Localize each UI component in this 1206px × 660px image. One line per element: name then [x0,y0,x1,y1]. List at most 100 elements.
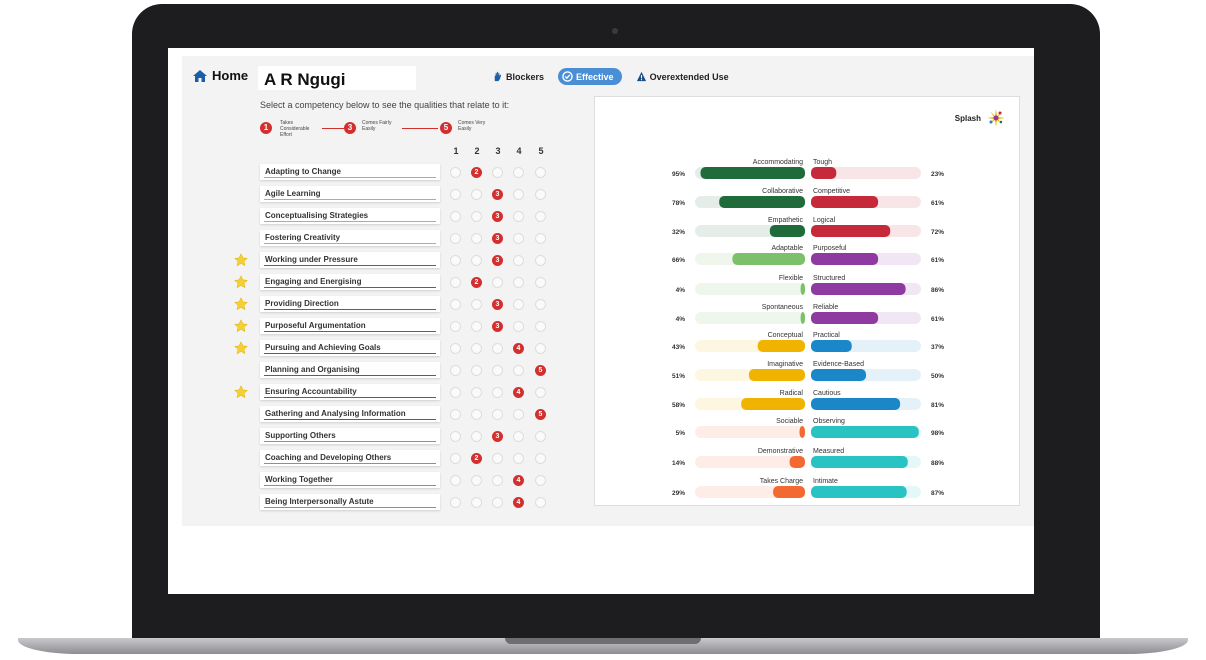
competency-row[interactable]: Fostering Creativity [260,230,440,246]
rating-option[interactable] [450,365,461,376]
competency-row[interactable]: Pursuing and Achieving Goals [260,340,440,356]
rating-option[interactable] [535,299,546,310]
rating-option[interactable] [450,211,461,222]
rating-option[interactable] [471,189,482,200]
rating-option[interactable] [513,255,524,266]
rating-option[interactable] [535,233,546,244]
rating-option[interactable] [513,321,524,332]
competency-row[interactable]: Ensuring Accountability [260,384,440,400]
competency-row[interactable]: Providing Direction [260,296,440,312]
rating-option[interactable] [513,365,524,376]
rating-option[interactable] [535,453,546,464]
rating-option[interactable] [450,431,461,442]
rating-option[interactable] [471,255,482,266]
rating-selected[interactable]: 2 [471,453,482,464]
competency-row[interactable]: Adapting to Change [260,164,440,180]
home-link[interactable]: Home [192,68,248,83]
rating-option[interactable] [450,453,461,464]
rating-option[interactable] [513,277,524,288]
competency-row[interactable]: Coaching and Developing Others [260,450,440,466]
filter-blockers[interactable]: Blockers [492,71,544,82]
rating-option[interactable] [450,233,461,244]
rating-option[interactable] [513,211,524,222]
rating-option[interactable] [471,475,482,486]
rating-option[interactable] [535,475,546,486]
rating-option[interactable] [471,365,482,376]
rating-selected[interactable]: 5 [535,365,546,376]
rating-option[interactable] [471,233,482,244]
rating-option[interactable] [471,343,482,354]
rating-option[interactable] [492,409,503,420]
competency-row[interactable]: Engaging and Energising [260,274,440,290]
rating-option[interactable] [535,343,546,354]
rating-option[interactable] [450,189,461,200]
rating-option[interactable] [513,299,524,310]
rating-selected[interactable]: 3 [492,211,503,222]
rating-option[interactable] [535,211,546,222]
rating-option[interactable] [535,497,546,508]
rating-option[interactable] [535,387,546,398]
rating-option[interactable] [450,343,461,354]
rating-option[interactable] [450,475,461,486]
rating-option[interactable] [492,387,503,398]
competency-row[interactable]: Being Interpersonally Astute [260,494,440,510]
rating-option[interactable] [492,277,503,288]
rating-option[interactable] [513,431,524,442]
competency-row[interactable]: Purposeful Argumentation [260,318,440,334]
rating-option[interactable] [492,343,503,354]
rating-option[interactable] [492,453,503,464]
rating-option[interactable] [513,167,524,178]
rating-selected[interactable]: 4 [513,343,524,354]
rating-option[interactable] [450,255,461,266]
rating-option[interactable] [471,431,482,442]
filter-effective[interactable]: Effective [558,68,622,85]
filter-overextended[interactable]: Overextended Use [636,71,729,82]
rating-option[interactable] [513,189,524,200]
rating-option[interactable] [492,475,503,486]
rating-option[interactable] [450,409,461,420]
rating-option[interactable] [492,167,503,178]
rating-selected[interactable]: 2 [471,167,482,178]
rating-option[interactable] [471,387,482,398]
rating-option[interactable] [471,497,482,508]
rating-option[interactable] [471,409,482,420]
competency-row[interactable]: Conceptualising Strategies [260,208,440,224]
competency-row[interactable]: Supporting Others [260,428,440,444]
rating-option[interactable] [535,189,546,200]
rating-option[interactable] [450,277,461,288]
competency-row[interactable]: Working under Pressure [260,252,440,268]
rating-option[interactable] [535,167,546,178]
rating-selected[interactable]: 5 [535,409,546,420]
rating-option[interactable] [535,277,546,288]
rating-option[interactable] [450,387,461,398]
rating-option[interactable] [450,167,461,178]
rating-selected[interactable]: 4 [513,387,524,398]
rating-option[interactable] [513,409,524,420]
rating-selected[interactable]: 3 [492,233,503,244]
rating-selected[interactable]: 4 [513,475,524,486]
rating-selected[interactable]: 3 [492,189,503,200]
rating-option[interactable] [471,211,482,222]
rating-selected[interactable]: 3 [492,431,503,442]
rating-option[interactable] [450,299,461,310]
rating-selected[interactable]: 2 [471,277,482,288]
rating-option[interactable] [513,453,524,464]
rating-option[interactable] [471,321,482,332]
rating-option[interactable] [492,497,503,508]
rating-option[interactable] [513,233,524,244]
rating-option[interactable] [492,365,503,376]
rating-selected[interactable]: 3 [492,299,503,310]
rating-option[interactable] [535,431,546,442]
rating-selected[interactable]: 4 [513,497,524,508]
competency-row[interactable]: Agile Learning [260,186,440,202]
rating-option[interactable] [450,321,461,332]
rating-option[interactable] [471,299,482,310]
rating-selected[interactable]: 3 [492,255,503,266]
rating-option[interactable] [450,497,461,508]
rating-selected[interactable]: 3 [492,321,503,332]
rating-option[interactable] [535,321,546,332]
competency-row[interactable]: Working Together [260,472,440,488]
rating-option[interactable] [535,255,546,266]
competency-row[interactable]: Gathering and Analysing Information [260,406,440,422]
competency-row[interactable]: Planning and Organising [260,362,440,378]
